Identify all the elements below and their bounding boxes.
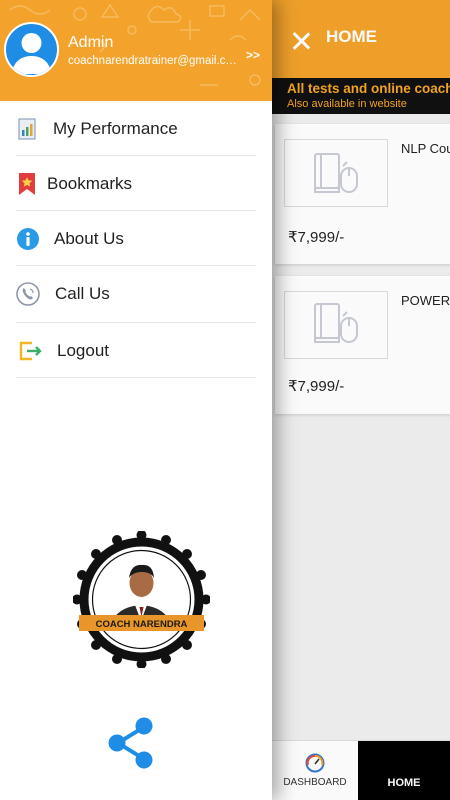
menu-label: My Performance — [53, 119, 178, 138]
menu-item-call-us[interactable]: Call Us — [16, 266, 256, 323]
coach-narendra-logo: COACH NARENDRA — [73, 531, 210, 668]
logout-icon — [19, 341, 42, 361]
bookmark-icon — [19, 173, 35, 195]
menu-item-about-us[interactable]: About Us — [16, 211, 256, 266]
user-email: coachnarendratrainer@gmail.com — [68, 55, 238, 67]
menu-item-logout[interactable]: Logout — [16, 323, 256, 378]
expand-account-button[interactable]: >> — [246, 48, 260, 62]
phone-icon — [16, 282, 40, 306]
user-avatar-icon — [11, 33, 52, 74]
drawer-menu: My Performance Bookmarks About Us Call U… — [0, 101, 272, 378]
menu-label: About Us — [54, 229, 124, 248]
drawer-header: Admin coachnarendratrainer@gmail.com >> — [0, 0, 272, 101]
menu-label: Logout — [57, 341, 109, 360]
menu-item-my-performance[interactable]: My Performance — [16, 101, 256, 156]
menu-label: Call Us — [55, 284, 110, 303]
share-icon[interactable] — [106, 716, 156, 770]
user-name: Admin — [68, 34, 114, 51]
menu-item-bookmarks[interactable]: Bookmarks — [16, 156, 256, 211]
avatar[interactable] — [4, 22, 59, 77]
navigation-drawer: Admin coachnarendratrainer@gmail.com >> … — [0, 0, 272, 800]
menu-label: Bookmarks — [47, 174, 133, 193]
performance-icon — [18, 118, 36, 140]
logo-ribbon-text: COACH NARENDRA — [96, 619, 188, 630]
info-icon — [17, 228, 39, 250]
